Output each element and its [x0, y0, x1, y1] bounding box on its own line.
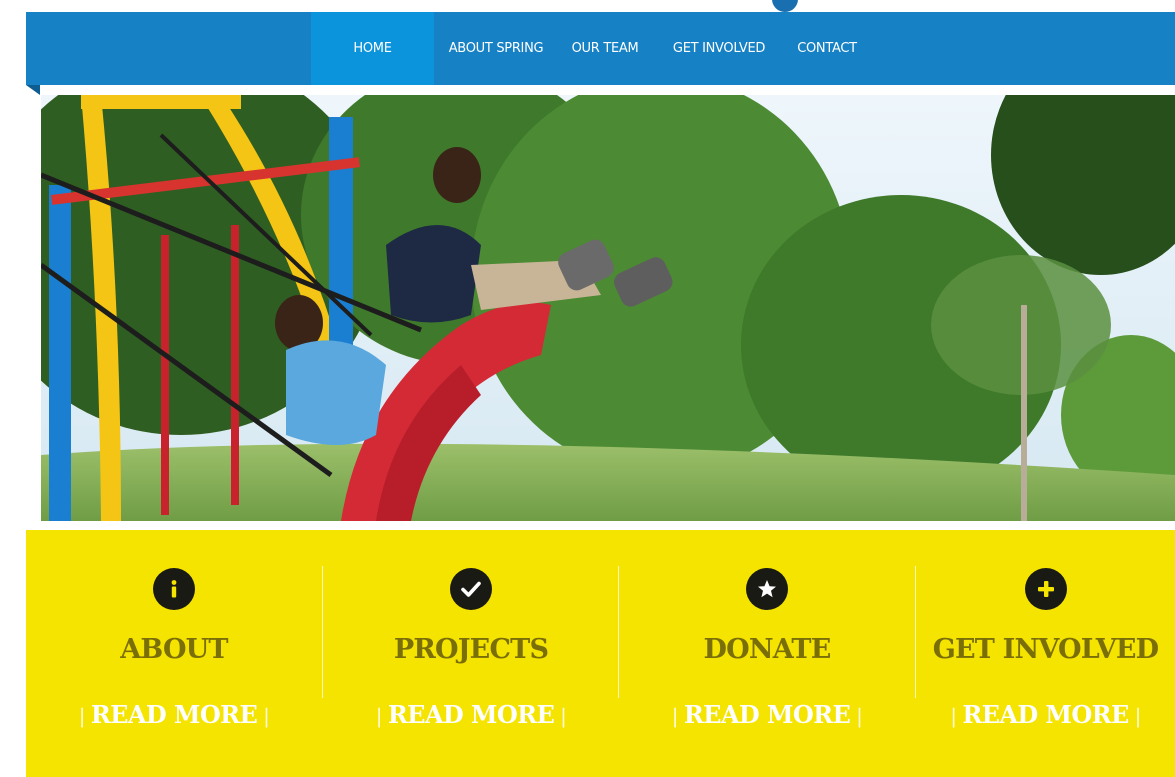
feature-donate: DONATE | READ MORE | — [619, 530, 915, 777]
feature-title: DONATE — [703, 634, 832, 665]
read-more-link[interactable]: | READ MORE | — [26, 700, 322, 729]
plus-icon[interactable] — [1024, 568, 1067, 610]
star-icon[interactable] — [746, 568, 788, 610]
logo-tab[interactable] — [772, 0, 798, 12]
feature-about: ABOUT | READ MORE | — [26, 530, 322, 777]
nav-item-get-involved[interactable]: GET INVOLVED — [652, 12, 786, 85]
feature-projects: PROJECTS | READ MORE | — [323, 530, 619, 777]
info-icon[interactable] — [153, 568, 195, 610]
read-more-link[interactable]: | READ MORE | — [323, 700, 619, 729]
nav-ribbon-fold — [26, 85, 40, 95]
feature-title: PROJECTS — [393, 634, 549, 665]
nav-item-our-team[interactable]: OUR TEAM — [558, 12, 652, 85]
nav-item-contact[interactable]: CONTACT — [786, 12, 868, 85]
read-more-link[interactable]: | READ MORE | — [916, 700, 1175, 729]
hero-photo-illustration — [41, 95, 1175, 521]
hero-image — [41, 95, 1175, 521]
read-more-link[interactable]: | READ MORE | — [619, 700, 915, 729]
check-icon[interactable] — [450, 568, 492, 610]
feature-title: ABOUT — [120, 634, 228, 665]
nav-item-home[interactable]: HOME — [311, 12, 434, 85]
nav-item-about-spring[interactable]: ABOUT SPRING — [434, 12, 558, 85]
features-band: ABOUT | READ MORE | PROJECTS | READ MORE | D… — [26, 530, 1175, 777]
feature-title: GET INVOLVED — [932, 634, 1159, 665]
feature-get-involved: GET INVOLVED | READ MORE | — [916, 530, 1175, 777]
main-nav: HOME ABOUT SPRING OUR TEAM GET INVOLVED … — [311, 12, 868, 85]
